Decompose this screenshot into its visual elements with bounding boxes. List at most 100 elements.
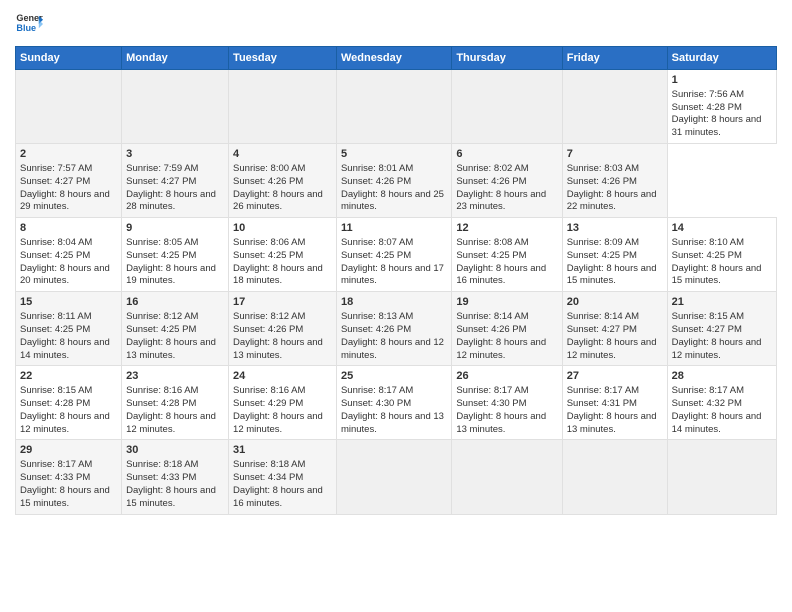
- header: General Blue: [15, 10, 777, 38]
- page-container: General Blue SundayMondayTuesdayWednesda…: [0, 0, 792, 525]
- header-cell-wednesday: Wednesday: [336, 47, 451, 70]
- day-number: 25: [341, 369, 447, 384]
- calendar-cell: 21Sunrise: 8:15 AMSunset: 4:27 PMDayligh…: [667, 292, 776, 366]
- daylight-text: Daylight: 8 hours and 28 minutes.: [126, 189, 216, 213]
- calendar-week-row: 22Sunrise: 8:15 AM Sunset: 4:28 PM Dayligh…: [16, 366, 777, 440]
- sunset-text: Sunset: 4:25 PM: [341, 250, 411, 261]
- daylight-text: Daylight: 8 hours and 17 minutes.: [341, 263, 444, 287]
- calendar-week-row: 2Sunrise: 7:57 AMSunset: 4:27 PMDaylight…: [16, 144, 777, 218]
- sunrise-text: Sunrise: 8:00 AM: [233, 163, 305, 174]
- svg-text:Blue: Blue: [16, 23, 36, 33]
- day-number: 18: [341, 295, 447, 310]
- sunset-text: Sunset: 4:25 PM: [20, 324, 90, 335]
- calendar-cell: 26Sunrise: 8:17 AM Sunset: 4:30 PM Dayligh…: [452, 366, 562, 440]
- daylight-text: Daylight: 8 hours and 25 minutes.: [341, 189, 444, 213]
- calendar-cell: 16Sunrise: 8:12 AMSunset: 4:25 PMDayligh…: [122, 292, 229, 366]
- day-number: 16: [126, 295, 224, 310]
- daylight-text: Daylight: 8 hours and 12 minutes.: [341, 337, 444, 361]
- calendar-cell: 17Sunrise: 8:12 AMSunset: 4:26 PMDayligh…: [229, 292, 337, 366]
- sunrise-text: Sunrise: 8:14 AM: [456, 311, 528, 322]
- daylight-text: Daylight: 8 hours and 12 minutes.: [567, 337, 657, 361]
- daylight-text: Daylight: 8 hours and 15 minutes.: [567, 263, 657, 287]
- daylight-text: Daylight: 8 hours and 23 minutes.: [456, 189, 546, 213]
- sunset-text: Sunset: 4:26 PM: [341, 176, 411, 187]
- sunset-text: Sunset: 4:26 PM: [233, 324, 303, 335]
- calendar-cell: 7Sunrise: 8:03 AMSunset: 4:26 PMDaylight…: [562, 144, 667, 218]
- daylight-text: Daylight: 8 hours and 13 minutes.: [456, 411, 546, 435]
- sunrise-text: Sunrise: 8:17 AM: [456, 385, 528, 396]
- header-cell-monday: Monday: [122, 47, 229, 70]
- day-number: 21: [672, 295, 772, 310]
- day-number: 15: [20, 295, 117, 310]
- day-number: 9: [126, 221, 224, 236]
- day-number: 14: [672, 221, 772, 236]
- daylight-text: Daylight: 8 hours and 12 minutes.: [126, 411, 216, 435]
- daylight-text: Daylight: 8 hours and 15 minutes.: [20, 485, 110, 509]
- day-number: 28: [672, 369, 772, 384]
- sunset-text: Sunset: 4:26 PM: [233, 176, 303, 187]
- calendar-cell: [336, 440, 451, 514]
- sunrise-text: Sunrise: 8:11 AM: [20, 311, 92, 322]
- daylight-text: Daylight: 8 hours and 13 minutes.: [126, 337, 216, 361]
- calendar-cell: 2Sunrise: 7:57 AMSunset: 4:27 PMDaylight…: [16, 144, 122, 218]
- calendar-cell: 10Sunrise: 8:06 AMSunset: 4:25 PMDayligh…: [229, 218, 337, 292]
- daylight-text: Daylight: 8 hours and 12 minutes.: [456, 337, 546, 361]
- day-number: 29: [20, 443, 117, 458]
- sunrise-text: Sunrise: 8:04 AM: [20, 237, 92, 248]
- sunrise-text: Sunrise: 7:56 AM: [672, 89, 744, 100]
- calendar-cell: 31Sunrise: 8:18 AMSunset: 4:34 PMDayligh…: [229, 440, 337, 514]
- day-number: 11: [341, 221, 447, 236]
- calendar-cell: 27Sunrise: 8:17 AMSunset: 4:31 PMDayligh…: [562, 366, 667, 440]
- sunset-text: Sunset: 4:25 PM: [233, 250, 303, 261]
- sunset-text: Sunset: 4:27 PM: [672, 324, 742, 335]
- sunset-text: Sunset: 4:33 PM: [126, 472, 196, 483]
- sunrise-text: Sunrise: 7:59 AM: [126, 163, 198, 174]
- daylight-text: Daylight: 8 hours and 16 minutes.: [456, 263, 546, 287]
- sunrise-text: Sunrise: 7:57 AM: [20, 163, 92, 174]
- calendar-week-row: 8Sunrise: 8:04 AM Sunset: 4:25 PM Daylight…: [16, 218, 777, 292]
- sunrise-text: Sunrise: 8:14 AM: [567, 311, 639, 322]
- sunrise-text: Sunrise: 8:09 AM: [567, 237, 639, 248]
- sunset-text: Sunset: 4:27 PM: [20, 176, 90, 187]
- calendar-cell: 3Sunrise: 7:59 AMSunset: 4:27 PMDaylight…: [122, 144, 229, 218]
- sunrise-text: Sunrise: 8:07 AM: [341, 237, 413, 248]
- day-number: 26: [456, 369, 557, 384]
- day-number: 1: [672, 73, 772, 88]
- calendar-cell: 28Sunrise: 8:17 AMSunset: 4:32 PMDayligh…: [667, 366, 776, 440]
- sunset-text: Sunset: 4:28 PM: [20, 398, 90, 409]
- day-number: 13: [567, 221, 663, 236]
- calendar-table: SundayMondayTuesdayWednesdayThursdayFrid…: [15, 46, 777, 515]
- sunset-text: Sunset: 4:33 PM: [20, 472, 90, 483]
- calendar-cell: 20Sunrise: 8:14 AMSunset: 4:27 PMDayligh…: [562, 292, 667, 366]
- calendar-cell: [229, 70, 337, 144]
- sunset-text: Sunset: 4:30 PM: [456, 398, 526, 409]
- day-number: 20: [567, 295, 663, 310]
- logo-icon: General Blue: [15, 10, 43, 38]
- daylight-text: Daylight: 8 hours and 31 minutes.: [672, 114, 762, 138]
- daylight-text: Daylight: 8 hours and 22 minutes.: [567, 189, 657, 213]
- calendar-cell: 4Sunrise: 8:00 AMSunset: 4:26 PMDaylight…: [229, 144, 337, 218]
- calendar-cell: 25Sunrise: 8:17 AMSunset: 4:30 PMDayligh…: [336, 366, 451, 440]
- daylight-text: Daylight: 8 hours and 19 minutes.: [126, 263, 216, 287]
- sunset-text: Sunset: 4:30 PM: [341, 398, 411, 409]
- sunrise-text: Sunrise: 8:01 AM: [341, 163, 413, 174]
- sunrise-text: Sunrise: 8:15 AM: [20, 385, 92, 396]
- day-number: 27: [567, 369, 663, 384]
- daylight-text: Daylight: 8 hours and 13 minutes.: [341, 411, 444, 435]
- daylight-text: Daylight: 8 hours and 29 minutes.: [20, 189, 110, 213]
- sunrise-text: Sunrise: 8:16 AM: [126, 385, 198, 396]
- day-number: 12: [456, 221, 557, 236]
- header-cell-thursday: Thursday: [452, 47, 562, 70]
- day-number: 24: [233, 369, 332, 384]
- daylight-text: Daylight: 8 hours and 14 minutes.: [672, 411, 762, 435]
- calendar-cell: [562, 440, 667, 514]
- sunset-text: Sunset: 4:28 PM: [672, 102, 742, 113]
- day-number: 22: [20, 369, 117, 384]
- sunrise-text: Sunrise: 8:13 AM: [341, 311, 413, 322]
- sunset-text: Sunset: 4:31 PM: [567, 398, 637, 409]
- calendar-week-row: 1Sunrise: 7:56 AM Sunset: 4:28 PMDaylight…: [16, 70, 777, 144]
- day-number: 8: [20, 221, 117, 236]
- sunrise-text: Sunrise: 8:12 AM: [126, 311, 198, 322]
- day-number: 7: [567, 147, 663, 162]
- daylight-text: Daylight: 8 hours and 26 minutes.: [233, 189, 323, 213]
